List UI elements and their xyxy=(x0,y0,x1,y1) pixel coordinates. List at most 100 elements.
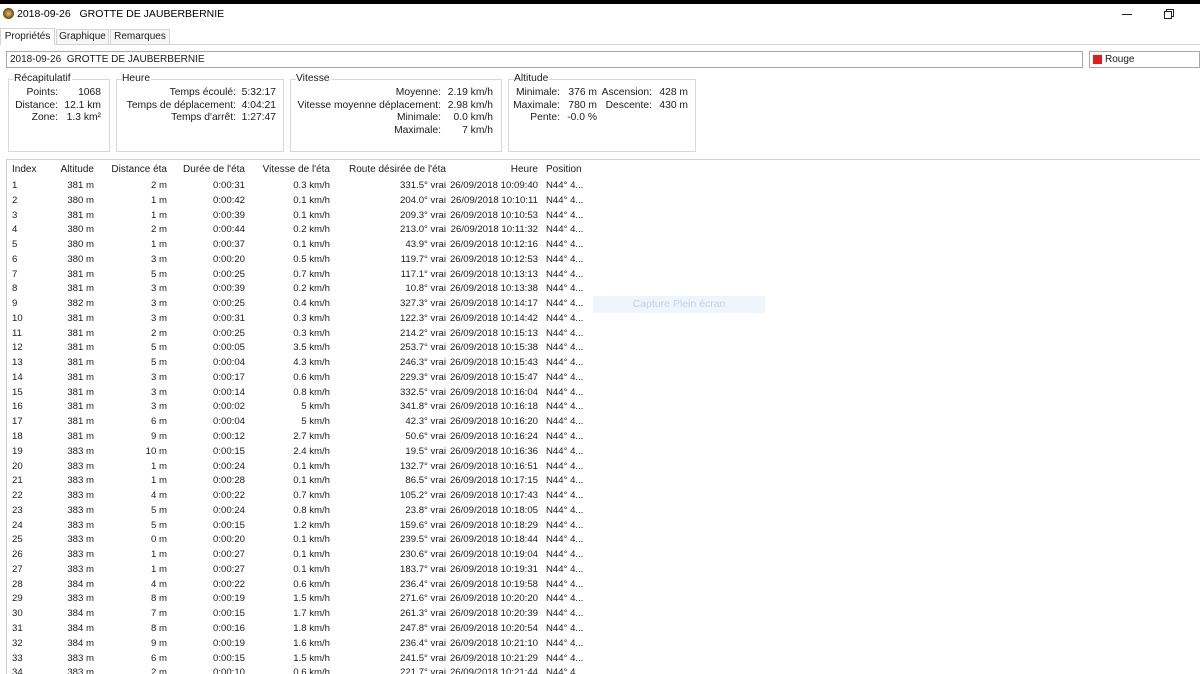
table-row[interactable]: 17 381 m 6 m 0:00:04 5 km/h 42.3° vrai 26/09/2… xyxy=(7,415,620,430)
cell-position: N44° 4... xyxy=(546,239,584,251)
table-row[interactable]: 22 383 m 4 m 0:00:22 0.7 km/h 105.2° vrai 26/0… xyxy=(7,489,620,504)
descent-value: 430 m xyxy=(659,99,688,111)
cell-time: 26/09/2018 10:17:15 xyxy=(449,475,538,487)
cell-index: 27 xyxy=(12,563,23,575)
cell-course: 229.3° vrai xyxy=(400,371,446,383)
table-row[interactable]: 33 383 m 6 m 0:00:15 1.5 km/h 241.5° vrai 26/0… xyxy=(7,652,620,667)
tab-graphique[interactable]: Graphique xyxy=(56,29,109,44)
tab-page-border xyxy=(0,44,1200,45)
cell-position: N44° 4... xyxy=(546,253,584,265)
column-header-distance[interactable]: Distance éta xyxy=(97,160,170,179)
table-row[interactable]: 31 384 m 8 m 0:00:16 1.8 km/h 247.8° vrai 26/0… xyxy=(7,622,620,637)
table-row[interactable]: 34 383 m 2 m 0:00:10 0.6 km/h 221.7° vrai 26/0… xyxy=(7,666,620,674)
cell-position: N44° 4... xyxy=(546,401,584,413)
table-row[interactable]: 4 380 m 2 m 0:00:44 0.2 km/h 213.0° vrai 26/09… xyxy=(7,223,620,238)
cell-altitude: 381 m xyxy=(67,180,94,191)
table-row[interactable]: 23 383 m 5 m 0:00:24 0.8 km/h 23.8° vrai 26/09… xyxy=(7,504,620,519)
cell-distance: 0 m xyxy=(151,534,167,546)
cell-time: 26/09/2018 10:19:31 xyxy=(449,563,538,575)
tab-proprietes[interactable]: Propriétés xyxy=(0,28,55,45)
cell-position: N44° 4... xyxy=(546,268,584,280)
cell-speed: 0.8 km/h xyxy=(293,386,330,398)
cell-speed: 0.1 km/h xyxy=(293,475,330,487)
column-header-index[interactable]: Index xyxy=(7,160,52,179)
cell-time: 26/09/2018 10:18:29 xyxy=(449,519,538,531)
table-row[interactable]: 11 381 m 2 m 0:00:25 0.3 km/h 214.2° vrai 26/0… xyxy=(7,327,620,342)
cell-speed: 0.6 km/h xyxy=(293,578,330,590)
table-row[interactable]: 16 381 m 3 m 0:00:02 5 km/h 341.8° vrai 26/09/… xyxy=(7,400,620,415)
cell-course: 183.7° vrai xyxy=(400,563,446,575)
cell-position: N44° 4... xyxy=(546,534,584,546)
table-row[interactable]: 1 381 m 2 m 0:00:31 0.3 km/h 331.5° vrai 26/09… xyxy=(7,179,620,194)
table-row[interactable]: 18 381 m 9 m 0:00:12 2.7 km/h 50.6° vrai 26/09… xyxy=(7,430,620,445)
color-dropdown[interactable]: Rouge xyxy=(1089,51,1200,68)
table-row[interactable]: 26 383 m 1 m 0:00:27 0.1 km/h 230.6° vrai 26/0… xyxy=(7,548,620,563)
cell-speed: 1.6 km/h xyxy=(293,637,330,649)
table-row[interactable]: 24 383 m 5 m 0:00:15 1.2 km/h 159.6° vrai 26/0… xyxy=(7,519,620,534)
title-bar[interactable]: 2018-09-26 GROTTE DE JAUBERBERNIE xyxy=(0,4,1200,24)
cell-index: 12 xyxy=(12,342,23,354)
trackpoints-table[interactable]: Index Altitude Distance éta Durée de l'é… xyxy=(6,159,1200,674)
table-row[interactable]: 21 383 m 1 m 0:00:28 0.1 km/h 86.5° vrai 26/09… xyxy=(7,474,620,489)
speed-group: Vitesse Moyenne: 2.19 km/h Vitesse moyen… xyxy=(290,73,502,152)
table-row[interactable]: 19 383 m 10 m 0:00:15 2.4 km/h 19.5° vrai 26/0… xyxy=(7,445,620,460)
table-row[interactable]: 10 381 m 3 m 0:00:31 0.3 km/h 122.3° vrai 26/0… xyxy=(7,312,620,327)
cell-position: N44° 4... xyxy=(546,342,584,354)
cell-distance: 4 m xyxy=(151,490,167,502)
cell-distance: 7 m xyxy=(151,608,167,620)
summary-title: Récapitulatif xyxy=(14,73,72,85)
cell-index: 22 xyxy=(12,490,23,502)
column-header-course[interactable]: Route désirée de l'éta xyxy=(333,160,449,179)
cell-duration: 0:00:05 xyxy=(212,342,245,354)
cell-time: 26/09/2018 10:21:44 xyxy=(449,667,538,674)
table-row[interactable]: 8 381 m 3 m 0:00:39 0.2 km/h 10.8° vrai 26/09/… xyxy=(7,282,620,297)
cell-index: 32 xyxy=(12,637,23,649)
cell-duration: 0:00:15 xyxy=(212,652,245,664)
restore-button[interactable] xyxy=(1150,4,1186,24)
table-row[interactable]: 15 381 m 3 m 0:00:14 0.8 km/h 332.5° vrai 26/0… xyxy=(7,386,620,401)
cell-course: 253.7° vrai xyxy=(400,342,446,354)
app-icon[interactable] xyxy=(3,8,14,19)
cell-distance: 8 m xyxy=(151,622,167,634)
cell-duration: 0:00:15 xyxy=(212,608,245,620)
cell-position: N44° 4... xyxy=(546,327,584,339)
table-row[interactable]: 25 383 m 0 m 0:00:20 0.1 km/h 239.5° vrai 26/0… xyxy=(7,533,620,548)
table-row[interactable]: 20 383 m 1 m 0:00:24 0.1 km/h 132.7° vrai 26/0… xyxy=(7,460,620,475)
cell-course: 23.8° vrai xyxy=(405,504,446,516)
cell-position: N44° 4... xyxy=(546,475,584,487)
column-header-duration[interactable]: Durée de l'éta xyxy=(170,160,248,179)
column-header-altitude[interactable]: Altitude xyxy=(52,160,97,179)
cell-duration: 0:00:44 xyxy=(212,224,245,236)
table-row[interactable]: 2 380 m 1 m 0:00:42 0.1 km/h 204.0° vrai 26/09… xyxy=(7,194,620,209)
cell-position: N44° 4... xyxy=(546,445,584,457)
table-row[interactable]: 5 380 m 1 m 0:00:37 0.1 km/h 43.9° vrai 26/09/… xyxy=(7,238,620,253)
cell-distance: 2 m xyxy=(151,224,167,236)
cell-index: 31 xyxy=(12,622,23,634)
table-row[interactable]: 29 383 m 8 m 0:00:19 1.5 km/h 271.6° vrai 26/0… xyxy=(7,592,620,607)
table-row[interactable]: 9 382 m 3 m 0:00:25 0.4 km/h 327.3° vrai 26/09… xyxy=(7,297,620,312)
cell-position: N44° 4... xyxy=(546,371,584,383)
cell-course: 159.6° vrai xyxy=(400,519,446,531)
table-row[interactable]: 6 380 m 3 m 0:00:20 0.5 km/h 119.7° vrai 26/09… xyxy=(7,253,620,268)
track-name-field[interactable]: 2018-09-26 GROTTE DE JAUBERBERNIE xyxy=(6,51,1083,68)
column-header-speed[interactable]: Vitesse de l'éta xyxy=(248,160,333,179)
table-row[interactable]: 13 381 m 5 m 0:00:04 4.3 km/h 246.3° vrai 26/0… xyxy=(7,356,620,371)
cell-course: 213.0° vrai xyxy=(400,224,446,236)
cell-altitude: 384 m xyxy=(67,622,94,634)
table-row[interactable]: 3 381 m 1 m 0:00:39 0.1 km/h 209.3° vrai 26/09… xyxy=(7,209,620,224)
minimize-button[interactable] xyxy=(1110,4,1146,24)
cell-course: 10.8° vrai xyxy=(405,283,446,295)
table-row[interactable]: 28 384 m 4 m 0:00:22 0.6 km/h 236.4° vrai 26/0… xyxy=(7,578,620,593)
table-row[interactable]: 30 384 m 7 m 0:00:15 1.7 km/h 261.3° vrai 26/0… xyxy=(7,607,620,622)
column-header-time[interactable]: Heure xyxy=(449,160,541,179)
table-row[interactable]: 32 384 m 9 m 0:00:19 1.6 km/h 236.4° vrai 26/0… xyxy=(7,637,620,652)
cell-distance: 10 m xyxy=(145,445,167,457)
column-header-position[interactable]: Position xyxy=(541,160,620,179)
cell-course: 332.5° vrai xyxy=(400,386,446,398)
cell-speed: 0.1 km/h xyxy=(293,194,330,206)
table-row[interactable]: 27 383 m 1 m 0:00:27 0.1 km/h 183.7° vrai 26/0… xyxy=(7,563,620,578)
table-row[interactable]: 7 381 m 5 m 0:00:25 0.7 km/h 117.1° vrai 26/09… xyxy=(7,268,620,283)
tab-remarques[interactable]: Remarques xyxy=(110,29,170,44)
table-row[interactable]: 12 381 m 5 m 0:00:05 3.5 km/h 253.7° vrai 26/0… xyxy=(7,341,620,356)
table-row[interactable]: 14 381 m 3 m 0:00:17 0.6 km/h 229.3° vrai 26/0… xyxy=(7,371,620,386)
